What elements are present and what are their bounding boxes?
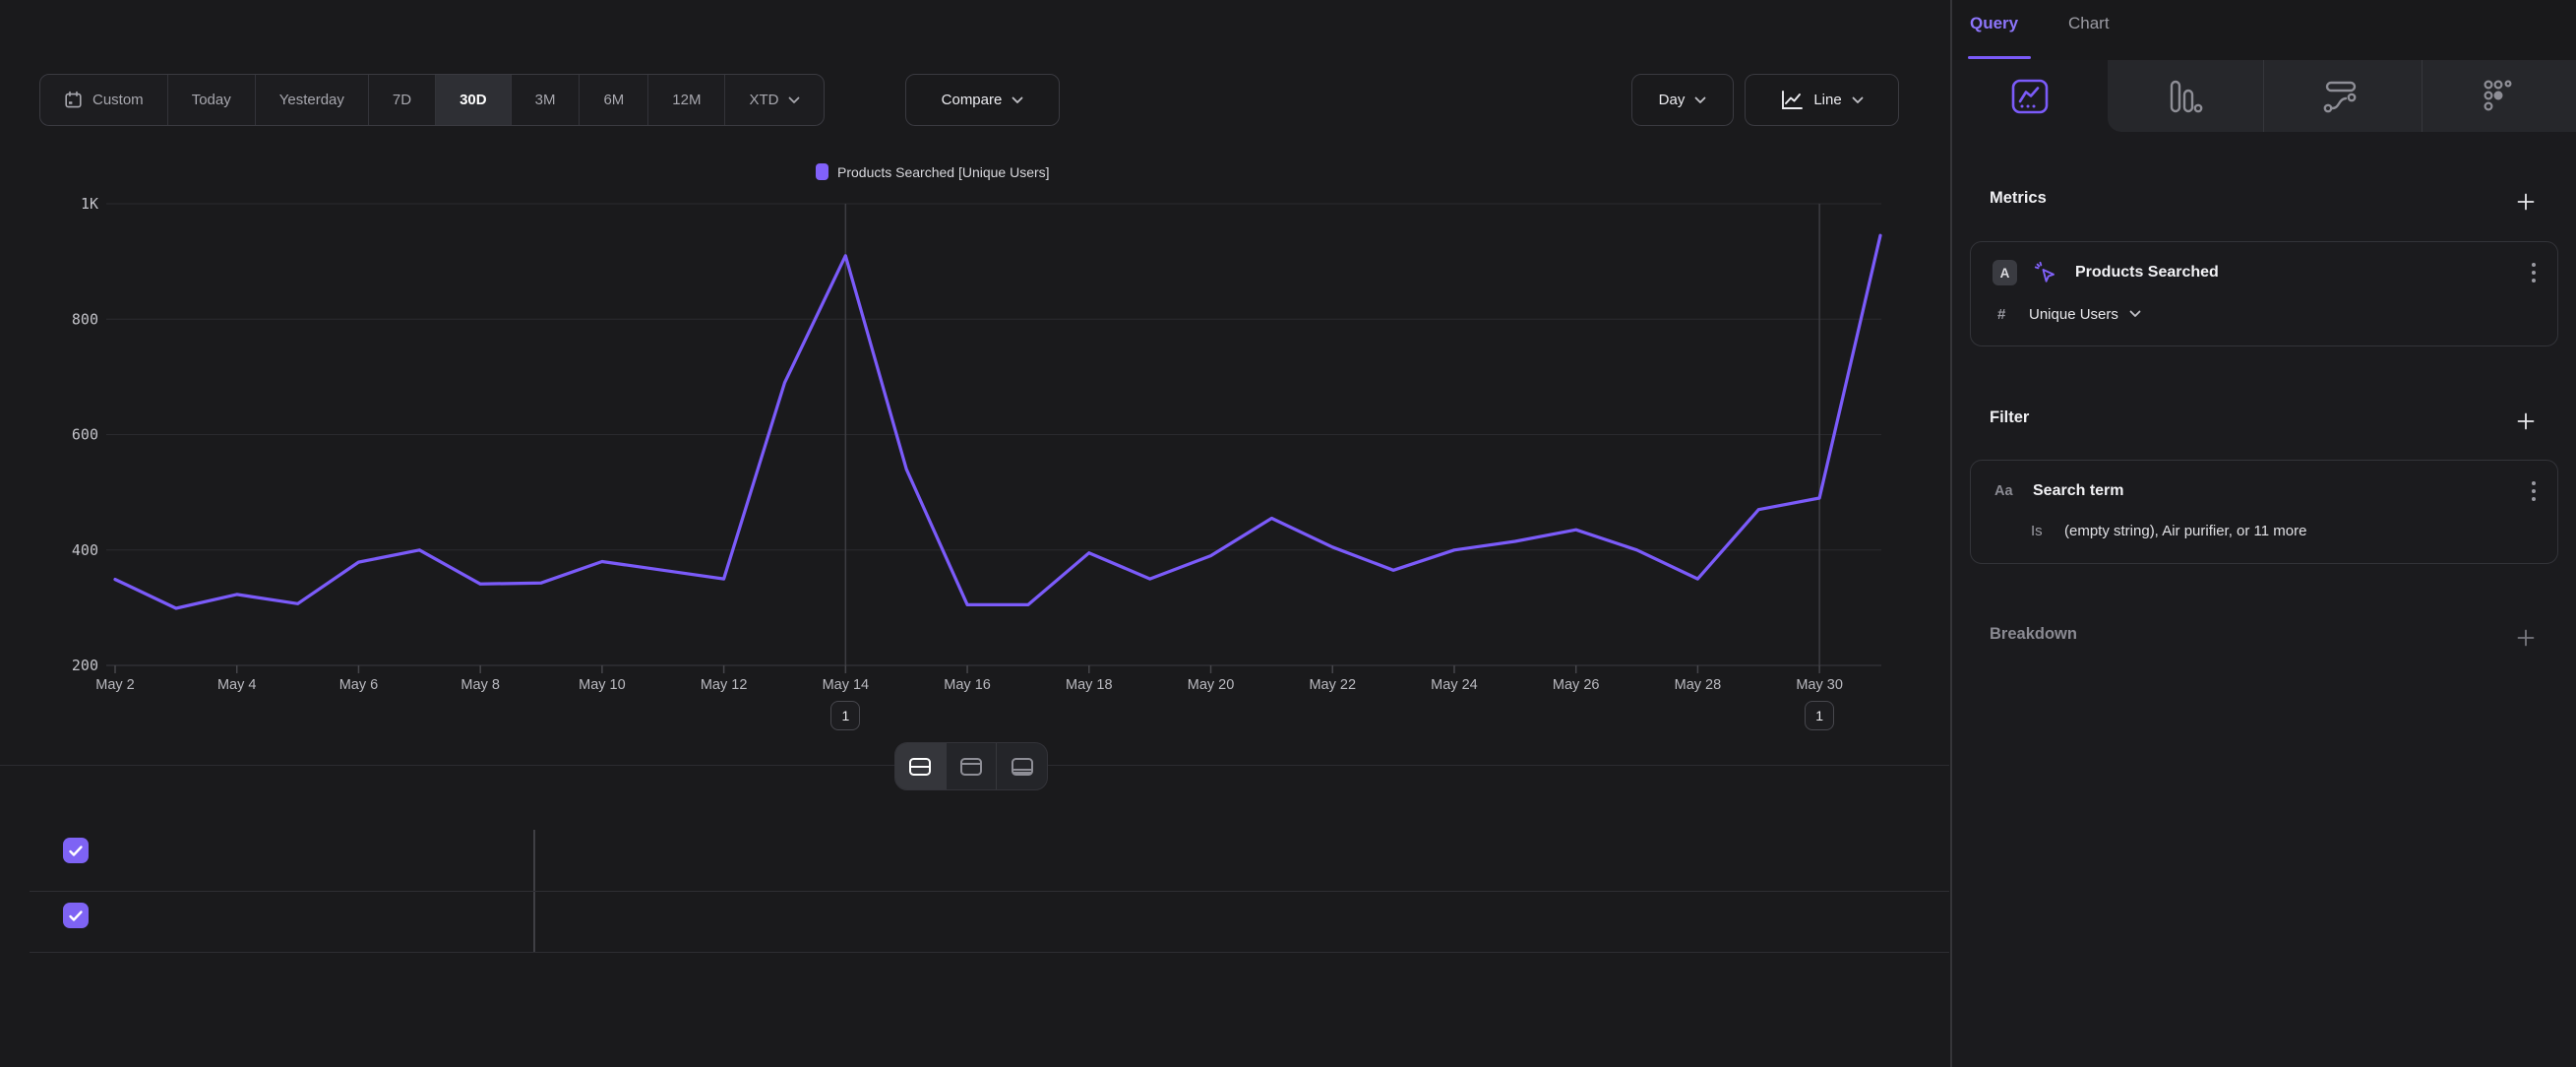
select-all-checkbox[interactable] [63, 838, 89, 863]
tab-chart[interactable]: Chart [2068, 14, 2110, 33]
filter-operator[interactable]: Is [2031, 523, 2055, 539]
aggregation-dropdown[interactable]: Unique Users [2029, 306, 2118, 323]
annotation-badge[interactable]: 1 [1805, 701, 1834, 730]
line-chart[interactable]: 1K 800 600 400 200 May 2 May 4 May 6 May 8 May 10… [0, 0, 1949, 748]
add-filter-button[interactable] [2513, 408, 2539, 434]
insights-icon [2010, 78, 2050, 115]
row-checkbox[interactable] [63, 903, 89, 928]
retention-icon [2482, 79, 2517, 114]
plus-icon [2517, 412, 2535, 430]
filter-condition-row: Is (empty string), Air purifier, or 11 m… [1971, 520, 2557, 541]
x-axis-label: May 6 [339, 677, 379, 693]
active-tab-underline [1968, 56, 2031, 59]
table-header-row: Event 1 Average May 2May 3May 4May 5May … [0, 822, 1949, 891]
report-main-area: CustomTodayYesterday7D30D3M6M12MXTD Comp… [0, 0, 1949, 1067]
x-axis-label: May 18 [1066, 677, 1113, 693]
annotation-badge[interactable]: 1 [830, 701, 860, 730]
report-tab-insights[interactable] [1952, 60, 2108, 132]
filter-options-kebab-icon[interactable] [2532, 478, 2536, 504]
flows-icon [2321, 79, 2361, 114]
query-builder-panel: Query Chart [1950, 0, 2576, 1067]
table-row-divider [30, 952, 1949, 953]
x-axis-label: May 30 [1796, 677, 1843, 693]
metric-card[interactable]: A Products Searched # Unique Users [1970, 241, 2558, 346]
plus-icon [2517, 193, 2535, 211]
add-breakdown-button[interactable] [2513, 625, 2539, 651]
report-tab-flows[interactable] [2263, 60, 2419, 132]
y-axis-label: 600 [72, 426, 98, 444]
x-axis-label: May 8 [460, 677, 500, 693]
x-axis-label: May 10 [579, 677, 626, 693]
aggregation-prefix: # [1997, 306, 2019, 323]
report-type-shelf [1952, 60, 2576, 132]
metric-card-main-row: A Products Searched [1971, 260, 2557, 285]
layout-chart-only-button[interactable] [946, 743, 997, 789]
report-tab-funnels[interactable] [2108, 60, 2263, 132]
x-axis-label: May 20 [1188, 677, 1235, 693]
y-axis-label: 1K [81, 195, 98, 213]
funnels-icon [2168, 79, 2203, 114]
metrics-heading: Metrics [1990, 189, 2047, 208]
panel-tab-bar: Query Chart [1952, 0, 2576, 60]
x-axis-label: May 2 [95, 677, 135, 693]
metric-letter-badge: A [1993, 260, 2017, 285]
x-axis-label: May 24 [1431, 677, 1478, 693]
layout-split-view-button[interactable] [895, 743, 946, 789]
chevron-down-icon[interactable] [2129, 310, 2141, 318]
filter-property-name: Search term [2033, 482, 2124, 500]
filter-card[interactable]: Aa Search term Is (empty string), Air pu… [1970, 460, 2558, 564]
x-axis-label: May 26 [1553, 677, 1600, 693]
table-only-view-icon [1011, 757, 1034, 777]
breakdown-heading: Breakdown [1990, 625, 2077, 644]
y-axis-label: 800 [72, 310, 98, 328]
split-view-icon [908, 757, 932, 777]
tab-query[interactable]: Query [1970, 14, 2018, 33]
analytics-app: CustomTodayYesterday7D30D3M6M12MXTD Comp… [0, 0, 2576, 1067]
x-axis-label: May 28 [1675, 677, 1722, 693]
add-metric-button[interactable] [2513, 189, 2539, 215]
metric-aggregation-row: # Unique Users [1971, 303, 2557, 325]
x-axis-label: May 22 [1309, 677, 1356, 693]
chart-only-view-icon [959, 757, 983, 777]
series-line-products-searched[interactable] [115, 235, 1880, 608]
filter-value[interactable]: (empty string), Air purifier, or 11 more [2064, 523, 2306, 539]
metric-options-kebab-icon[interactable] [2532, 260, 2536, 285]
table-row: Products Searched [Un... 426.9 349299323… [0, 891, 1949, 952]
check-icon [68, 845, 84, 857]
x-axis-label: May 14 [823, 677, 870, 693]
report-tab-retention[interactable] [2422, 60, 2576, 132]
layout-table-only-button[interactable] [996, 743, 1047, 789]
filter-type-badge: Aa [1994, 483, 2019, 499]
filter-card-main-row: Aa Search term [1971, 478, 2557, 504]
layout-toggle-group [894, 742, 1048, 790]
filter-heading: Filter [1990, 408, 2029, 427]
x-axis-label: May 4 [217, 677, 257, 693]
check-icon [68, 910, 84, 922]
y-axis-label: 200 [72, 657, 98, 674]
y-axis-label: 400 [72, 541, 98, 559]
x-axis-label: May 12 [701, 677, 748, 693]
metric-name: Products Searched [2075, 264, 2219, 282]
plus-icon [2517, 629, 2535, 647]
event-click-icon [2033, 260, 2058, 285]
x-axis-label: May 16 [944, 677, 991, 693]
